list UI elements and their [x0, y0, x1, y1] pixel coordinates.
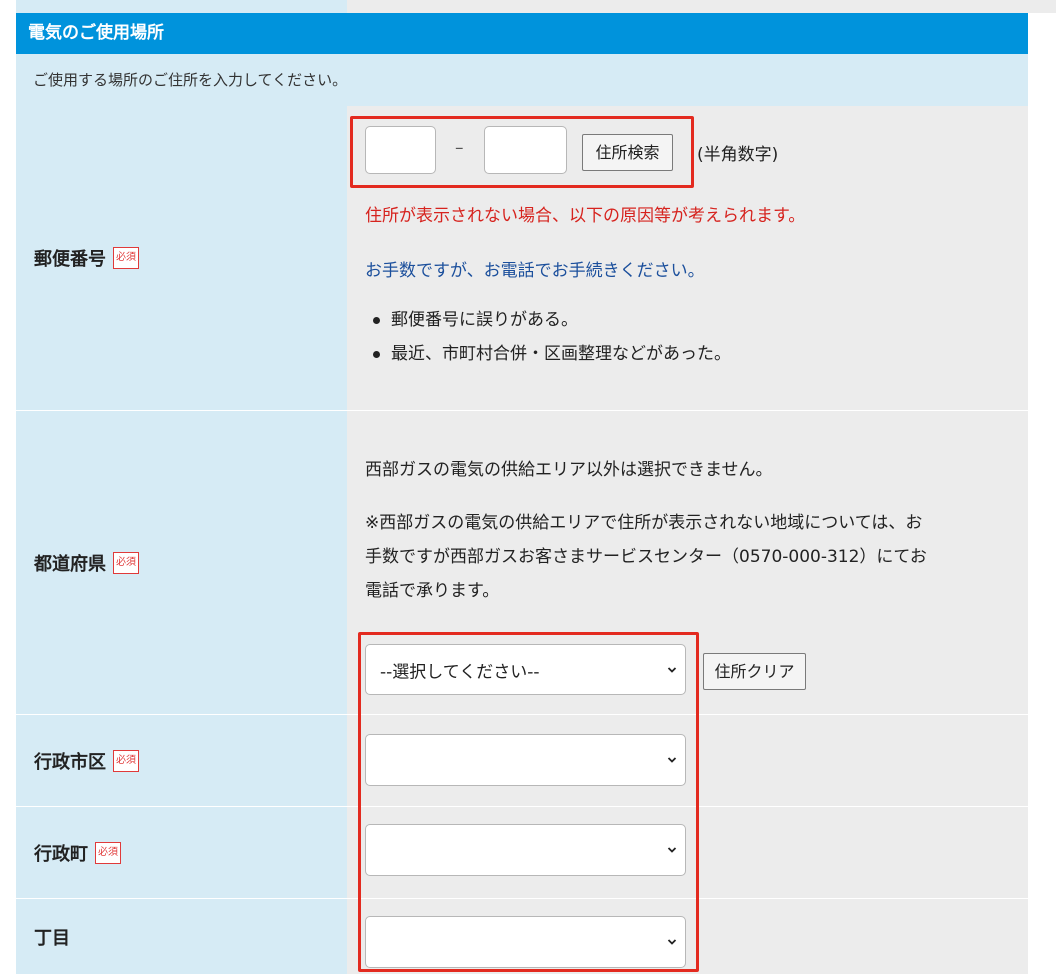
chome-label: 丁目 [34, 927, 70, 949]
section-header: 電気のご使用場所 [16, 13, 1028, 54]
contact-note: お手数ですが、お電話でお手続きください。 [365, 261, 705, 281]
prefecture-label: 都道府県 [34, 553, 106, 575]
prefecture-note2-line2: 手数ですが西部ガスお客さまサービスセンター（0570-000-312）にてお [365, 547, 927, 567]
list-item: 郵便番号に誤りがある。 [365, 303, 731, 337]
postal-first-input[interactable] [365, 126, 436, 174]
postal-dash: – [455, 138, 464, 158]
postal-label-cell: 郵便番号 必須 [16, 106, 347, 410]
postal-second-input[interactable] [484, 126, 567, 174]
chome-label-cell: 丁目 [16, 899, 347, 974]
cause-list: 郵便番号に誤りがある。 最近、市町村合併・区画整理などがあった。 [365, 303, 731, 371]
prefecture-note2-line1: ※西部ガスの電気の供給エリアで住所が表示されない地域については、お [365, 513, 923, 533]
section-title: 電気のご使用場所 [28, 23, 164, 43]
postal-label: 郵便番号 [34, 249, 106, 270]
required-badge: 必須 [95, 841, 121, 864]
prefecture-label-cell: 都道府県 必須 [16, 411, 347, 714]
intro-text: ご使用する場所のご住所を入力してください。 [33, 71, 348, 89]
top-strip [16, 0, 1056, 13]
required-badge: 必須 [113, 551, 139, 574]
list-item: 最近、市町村合併・区画整理などがあった。 [365, 337, 731, 371]
address-search-button[interactable]: 住所検索 [582, 134, 673, 171]
address-clear-button[interactable]: 住所クリア [703, 653, 806, 690]
required-badge: 必須 [113, 749, 139, 772]
town-label-cell: 行政町 必須 [16, 807, 347, 898]
address-select-highlight-box [358, 632, 699, 972]
postal-row: 郵便番号 必須 – 住所検索 (半角数字) 住所が表示されない場合、以下の原因等… [16, 106, 1028, 410]
section-intro: ご使用する場所のご住所を入力してください。 [16, 54, 1028, 106]
postal-warning: 住所が表示されない場合、以下の原因等が考えられます。 [365, 206, 806, 226]
city-label-cell: 行政市区 必須 [16, 715, 347, 806]
postal-hint: (半角数字) [697, 145, 779, 165]
postal-content: – 住所検索 (半角数字) 住所が表示されない場合、以下の原因等が考えられます。… [347, 106, 1028, 410]
prefecture-note: 西部ガスの電気の供給エリア以外は選択できません。 [365, 460, 773, 480]
prefecture-note2-line3: 電話で承ります。 [365, 581, 500, 601]
town-label: 行政町 [34, 843, 88, 865]
required-badge: 必須 [113, 247, 139, 269]
city-label: 行政市区 [34, 751, 106, 773]
